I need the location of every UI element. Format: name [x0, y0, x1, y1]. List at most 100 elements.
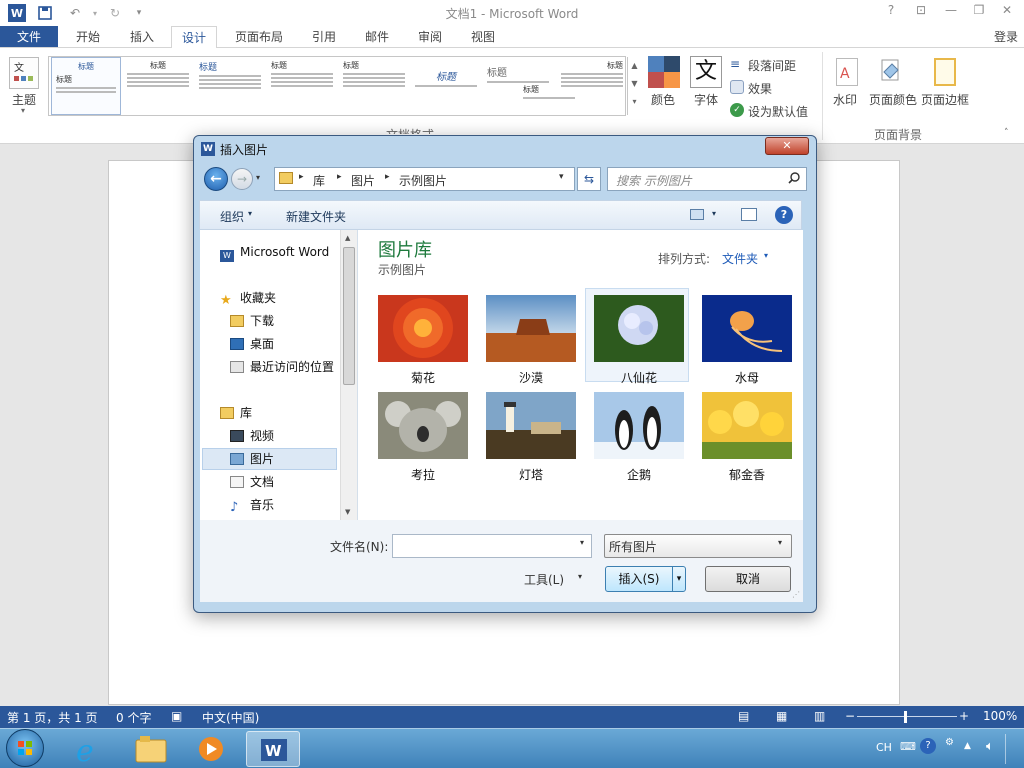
- zoom-out-icon[interactable]: −: [845, 709, 855, 723]
- new-folder-button[interactable]: 新建文件夹: [286, 208, 346, 225]
- style-set-item[interactable]: 标题: [267, 57, 337, 115]
- effects-button[interactable]: 效果: [748, 80, 772, 97]
- tab-home[interactable]: 开始: [70, 26, 106, 48]
- style-set-item[interactable]: 标题: [195, 57, 265, 115]
- web-layout-icon[interactable]: ▥: [814, 709, 825, 723]
- style-set-item[interactable]: 标题 标题: [51, 57, 121, 115]
- nav-scrollbar[interactable]: ▲ ▼: [340, 230, 357, 520]
- nav-item-music[interactable]: ♪ 音乐: [230, 495, 274, 515]
- collapse-ribbon-icon[interactable]: ˄: [1004, 128, 1009, 138]
- page-borders-button[interactable]: 页面边框: [921, 91, 969, 108]
- nav-item-downloads[interactable]: 下载: [230, 311, 274, 331]
- print-layout-icon[interactable]: ▦: [776, 709, 787, 723]
- file-item[interactable]: 菊花: [378, 295, 477, 386]
- file-item[interactable]: 考拉: [378, 392, 477, 483]
- proofing-icon[interactable]: ▣: [171, 709, 182, 723]
- tab-review[interactable]: 审阅: [412, 26, 448, 48]
- dialog-close-button[interactable]: ✕: [765, 137, 809, 155]
- show-desktop-button[interactable]: [1005, 734, 1006, 764]
- volume-icon[interactable]: 🔈︎: [986, 739, 994, 754]
- tray-icon[interactable]: ⚙: [945, 737, 954, 748]
- scroll-down-icon[interactable]: ▼: [345, 508, 350, 516]
- insert-dropdown-button[interactable]: ▾: [672, 566, 686, 592]
- filename-input[interactable]: [392, 534, 592, 558]
- colors-icon[interactable]: [648, 56, 680, 88]
- file-type-filter[interactable]: 所有图片: [604, 534, 792, 558]
- breadcrumb-arrow-icon[interactable]: ▸: [337, 172, 342, 182]
- breadcrumb-sample-pictures[interactable]: 示例图片: [399, 172, 447, 189]
- style-set-item[interactable]: 标题: [557, 57, 627, 115]
- paragraph-spacing-icon[interactable]: ≡: [730, 57, 740, 71]
- input-language[interactable]: CH: [876, 741, 892, 754]
- arrange-dropdown-icon[interactable]: ▾: [764, 251, 768, 260]
- style-set-item[interactable]: 标题: [339, 57, 409, 115]
- tab-design[interactable]: 设计: [171, 26, 217, 48]
- nav-item-favorites[interactable]: ★ 收藏夹: [220, 288, 276, 308]
- zoom-slider[interactable]: [857, 716, 957, 717]
- organize-dropdown-icon[interactable]: ▾: [248, 209, 252, 218]
- set-default-button[interactable]: 设为默认值: [748, 103, 808, 120]
- tab-page-layout[interactable]: 页面布局: [229, 26, 289, 48]
- media-player-icon[interactable]: [184, 731, 238, 767]
- themes-icon[interactable]: 文: [9, 57, 39, 89]
- organize-button[interactable]: 组织: [220, 208, 244, 225]
- keyboard-icon[interactable]: ⌨: [900, 740, 916, 753]
- minimize-button[interactable]: —: [940, 3, 962, 21]
- style-set-item[interactable]: 标题: [123, 57, 193, 115]
- gallery-scroll[interactable]: ▲ ▼ ▾: [627, 57, 641, 115]
- address-bar[interactable]: ▸ 库 ▸ 图片 ▸ 示例图片 ▾: [274, 167, 575, 191]
- file-item[interactable]: 郁金香: [702, 392, 801, 483]
- start-button[interactable]: [6, 729, 44, 767]
- style-set-gallery[interactable]: 标题 标题 标题 标题 标题 标题 标题 标题 标题 标题 ▲ ▼ ▾: [48, 56, 641, 116]
- explorer-icon[interactable]: [124, 731, 178, 767]
- file-item[interactable]: 沙漠: [486, 295, 585, 386]
- zoom-level[interactable]: 100%: [983, 709, 1017, 723]
- colors-label[interactable]: 颜色: [651, 91, 675, 108]
- word-count[interactable]: 0 个字: [116, 709, 151, 726]
- effects-icon[interactable]: [730, 80, 744, 94]
- address-dropdown-icon[interactable]: ▾: [559, 172, 564, 182]
- page-count[interactable]: 第 1 页，共 1 页: [7, 709, 98, 726]
- tab-view[interactable]: 视图: [465, 26, 501, 48]
- zoom-slider-thumb[interactable]: [904, 711, 907, 723]
- breadcrumb-pictures[interactable]: 图片: [351, 172, 375, 189]
- close-window-button[interactable]: ✕: [996, 3, 1018, 21]
- view-dropdown-icon[interactable]: ▾: [712, 209, 716, 218]
- login-link[interactable]: 登录: [994, 26, 1018, 48]
- back-button[interactable]: ←: [204, 167, 228, 191]
- fonts-label[interactable]: 字体: [694, 91, 718, 108]
- breadcrumb-arrow-icon[interactable]: ▸: [385, 172, 390, 182]
- file-item[interactable]: 水母: [702, 295, 801, 386]
- tools-button[interactable]: 工具(L): [524, 571, 564, 588]
- paragraph-spacing-button[interactable]: 段落间距: [748, 57, 796, 74]
- tab-file[interactable]: 文件: [0, 26, 58, 48]
- nav-item-word[interactable]: W Microsoft Word: [220, 242, 329, 262]
- page-color-icon[interactable]: [878, 58, 904, 86]
- tab-insert[interactable]: 插入: [124, 26, 160, 48]
- nav-item-documents[interactable]: 文档: [230, 472, 274, 492]
- resize-grip-icon[interactable]: ⋰: [792, 590, 800, 599]
- restore-button[interactable]: ❐: [968, 3, 990, 21]
- search-input[interactable]: 搜索 示例图片: [607, 167, 807, 191]
- set-default-icon[interactable]: ✓: [730, 103, 744, 117]
- page-borders-icon[interactable]: [934, 58, 956, 86]
- style-set-item[interactable]: 标题: [411, 57, 481, 115]
- scroll-up-icon[interactable]: ▲: [345, 234, 350, 242]
- zoom-in-icon[interactable]: +: [959, 709, 969, 723]
- refresh-button[interactable]: ⇆: [577, 167, 601, 191]
- themes-dropdown-icon[interactable]: ▾: [21, 106, 25, 115]
- forward-button[interactable]: →: [231, 168, 253, 190]
- history-dropdown-icon[interactable]: ▾: [256, 173, 260, 182]
- fonts-icon[interactable]: 文: [690, 56, 722, 88]
- filter-dropdown-icon[interactable]: ▾: [778, 538, 782, 547]
- nav-item-recent-places[interactable]: 最近访问的位置: [230, 357, 334, 377]
- file-item[interactable]: 八仙花: [594, 295, 693, 386]
- preview-pane-icon[interactable]: [741, 208, 757, 221]
- tab-references[interactable]: 引用: [306, 26, 342, 48]
- ribbon-display-button[interactable]: ⊡: [910, 3, 932, 21]
- nav-item-pictures[interactable]: 图片: [230, 449, 274, 469]
- nav-item-libraries[interactable]: 库: [220, 403, 252, 423]
- tray-expand-icon[interactable]: ▲: [964, 741, 971, 751]
- read-mode-icon[interactable]: ▤: [738, 709, 749, 723]
- view-options-icon[interactable]: [690, 209, 704, 220]
